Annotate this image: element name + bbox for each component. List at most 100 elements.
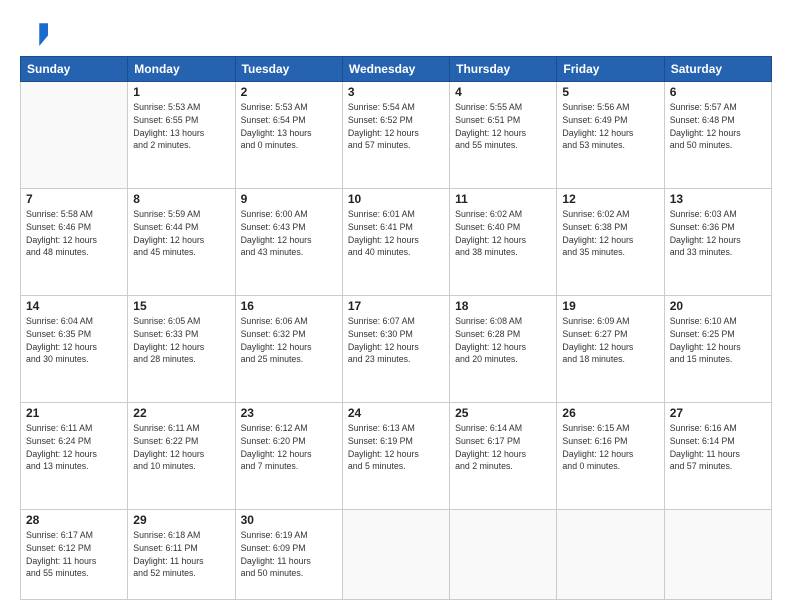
day-number: 12 xyxy=(562,192,658,206)
calendar-cell: 25Sunrise: 6:14 AM Sunset: 6:17 PM Dayli… xyxy=(450,403,557,510)
day-info: Sunrise: 5:56 AM Sunset: 6:49 PM Dayligh… xyxy=(562,101,658,152)
day-info: Sunrise: 5:53 AM Sunset: 6:55 PM Dayligh… xyxy=(133,101,229,152)
day-number: 4 xyxy=(455,85,551,99)
day-info: Sunrise: 6:06 AM Sunset: 6:32 PM Dayligh… xyxy=(241,315,337,366)
calendar-cell: 14 Sunrise: 6:04 AM Sunset: 6:35 PM Dayli… xyxy=(21,296,128,403)
day-number: 17 xyxy=(348,299,444,313)
day-number: 16 xyxy=(241,299,337,313)
day-number: 18 xyxy=(455,299,551,313)
calendar-cell: 24 Sunrise: 6:13 AM Sunset: 6:19 PM Dayli… xyxy=(342,403,449,510)
calendar-cell xyxy=(664,510,771,600)
calendar-week-1: 7 Sunrise: 5:58 AM Sunset: 6:46 PM Daylig… xyxy=(21,189,772,296)
calendar-cell: 29 Sunrise: 6:18 AM Sunset: 6:11 PM Dayli… xyxy=(128,510,235,600)
calendar-cell: 16 Sunrise: 6:06 AM Sunset: 6:32 PM Dayli… xyxy=(235,296,342,403)
day-info: Sunrise: 5:57 AM Sunset: 6:48 PM Dayligh… xyxy=(670,101,766,152)
day-info: Sunrise: 6:14 AM Sunset: 6:17 PM Dayligh… xyxy=(455,422,551,473)
day-info: Sunrise: 6:10 AM Sunset: 6:25 PM Dayligh… xyxy=(670,315,766,366)
day-number: 26 xyxy=(562,406,658,420)
day-info: Sunrise: 6:02 AM Sunset: 6:38 PM Dayligh… xyxy=(562,208,658,259)
day-info: Sunrise: 6:16 AM Sunset: 6:14 PM Dayligh… xyxy=(670,422,766,473)
day-info: Sunrise: 6:15 AM Sunset: 6:16 PM Dayligh… xyxy=(562,422,658,473)
day-info: Sunrise: 6:04 AM Sunset: 6:35 PM Dayligh… xyxy=(26,315,122,366)
calendar-week-3: 21 Sunrise: 6:11 AM Sunset: 6:24 PM Dayli… xyxy=(21,403,772,510)
calendar-cell: 7 Sunrise: 5:58 AM Sunset: 6:46 PM Daylig… xyxy=(21,189,128,296)
day-number: 23 xyxy=(241,406,337,420)
calendar-cell: 9 Sunrise: 6:00 AM Sunset: 6:43 PM Daylig… xyxy=(235,189,342,296)
day-number: 15 xyxy=(133,299,229,313)
day-number: 7 xyxy=(26,192,122,206)
calendar-cell: 26 Sunrise: 6:15 AM Sunset: 6:16 PM Dayli… xyxy=(557,403,664,510)
calendar-cell: 22Sunrise: 6:11 AM Sunset: 6:22 PM Dayli… xyxy=(128,403,235,510)
day-info: Sunrise: 6:19 AM Sunset: 6:09 PM Dayligh… xyxy=(241,529,337,580)
col-header-monday: Monday xyxy=(128,57,235,82)
day-number: 11 xyxy=(455,192,551,206)
day-info: Sunrise: 6:01 AM Sunset: 6:41 PM Dayligh… xyxy=(348,208,444,259)
col-header-friday: Friday xyxy=(557,57,664,82)
col-header-saturday: Saturday xyxy=(664,57,771,82)
day-number: 22 xyxy=(133,406,229,420)
day-info: Sunrise: 6:09 AM Sunset: 6:27 PM Dayligh… xyxy=(562,315,658,366)
day-number: 24 xyxy=(348,406,444,420)
day-info: Sunrise: 6:12 AM Sunset: 6:20 PM Dayligh… xyxy=(241,422,337,473)
calendar-cell xyxy=(450,510,557,600)
calendar-cell: 11 Sunrise: 6:02 AM Sunset: 6:40 PM Dayli… xyxy=(450,189,557,296)
calendar-cell: 3Sunrise: 5:54 AM Sunset: 6:52 PM Daylig… xyxy=(342,82,449,189)
calendar-cell: 1 Sunrise: 5:53 AM Sunset: 6:55 PM Daylig… xyxy=(128,82,235,189)
calendar-cell: 6 Sunrise: 5:57 AM Sunset: 6:48 PM Daylig… xyxy=(664,82,771,189)
col-header-tuesday: Tuesday xyxy=(235,57,342,82)
day-info: Sunrise: 6:03 AM Sunset: 6:36 PM Dayligh… xyxy=(670,208,766,259)
day-info: Sunrise: 6:05 AM Sunset: 6:33 PM Dayligh… xyxy=(133,315,229,366)
day-info: Sunrise: 6:11 AM Sunset: 6:24 PM Dayligh… xyxy=(26,422,122,473)
day-info: Sunrise: 6:08 AM Sunset: 6:28 PM Dayligh… xyxy=(455,315,551,366)
calendar-cell xyxy=(557,510,664,600)
calendar-cell: 17Sunrise: 6:07 AM Sunset: 6:30 PM Dayli… xyxy=(342,296,449,403)
calendar-cell xyxy=(342,510,449,600)
day-number: 9 xyxy=(241,192,337,206)
header xyxy=(20,18,772,46)
day-info: Sunrise: 5:58 AM Sunset: 6:46 PM Dayligh… xyxy=(26,208,122,259)
calendar-cell: 12 Sunrise: 6:02 AM Sunset: 6:38 PM Dayli… xyxy=(557,189,664,296)
col-header-wednesday: Wednesday xyxy=(342,57,449,82)
calendar-cell: 28 Sunrise: 6:17 AM Sunset: 6:12 PM Dayli… xyxy=(21,510,128,600)
calendar-cell: 27 Sunrise: 6:16 AM Sunset: 6:14 PM Dayli… xyxy=(664,403,771,510)
day-number: 21 xyxy=(26,406,122,420)
day-info: Sunrise: 6:18 AM Sunset: 6:11 PM Dayligh… xyxy=(133,529,229,580)
day-number: 20 xyxy=(670,299,766,313)
day-number: 14 xyxy=(26,299,122,313)
calendar-cell: 10 Sunrise: 6:01 AM Sunset: 6:41 PM Dayli… xyxy=(342,189,449,296)
calendar-cell: 15 Sunrise: 6:05 AM Sunset: 6:33 PM Dayli… xyxy=(128,296,235,403)
day-number: 30 xyxy=(241,513,337,527)
calendar-cell: 21 Sunrise: 6:11 AM Sunset: 6:24 PM Dayli… xyxy=(21,403,128,510)
logo xyxy=(20,18,52,46)
day-info: Sunrise: 6:17 AM Sunset: 6:12 PM Dayligh… xyxy=(26,529,122,580)
calendar-table: SundayMondayTuesdayWednesdayThursdayFrid… xyxy=(20,56,772,600)
day-number: 10 xyxy=(348,192,444,206)
col-header-thursday: Thursday xyxy=(450,57,557,82)
calendar-week-2: 14 Sunrise: 6:04 AM Sunset: 6:35 PM Dayli… xyxy=(21,296,772,403)
day-number: 19 xyxy=(562,299,658,313)
day-info: Sunrise: 6:02 AM Sunset: 6:40 PM Dayligh… xyxy=(455,208,551,259)
logo-icon xyxy=(20,18,48,46)
calendar-cell: 18 Sunrise: 6:08 AM Sunset: 6:28 PM Dayli… xyxy=(450,296,557,403)
day-number: 6 xyxy=(670,85,766,99)
calendar-cell: 5Sunrise: 5:56 AM Sunset: 6:49 PM Daylig… xyxy=(557,82,664,189)
calendar-cell: 2 Sunrise: 5:53 AM Sunset: 6:54 PM Daylig… xyxy=(235,82,342,189)
calendar-week-4: 28 Sunrise: 6:17 AM Sunset: 6:12 PM Dayli… xyxy=(21,510,772,600)
day-number: 13 xyxy=(670,192,766,206)
calendar-cell: 13 Sunrise: 6:03 AM Sunset: 6:36 PM Dayli… xyxy=(664,189,771,296)
calendar-cell: 23 Sunrise: 6:12 AM Sunset: 6:20 PM Dayli… xyxy=(235,403,342,510)
calendar-cell: 19 Sunrise: 6:09 AM Sunset: 6:27 PM Dayli… xyxy=(557,296,664,403)
calendar-cell: 4 Sunrise: 5:55 AM Sunset: 6:51 PM Daylig… xyxy=(450,82,557,189)
day-number: 8 xyxy=(133,192,229,206)
day-info: Sunrise: 6:00 AM Sunset: 6:43 PM Dayligh… xyxy=(241,208,337,259)
day-info: Sunrise: 5:54 AM Sunset: 6:52 PM Dayligh… xyxy=(348,101,444,152)
day-number: 28 xyxy=(26,513,122,527)
day-number: 27 xyxy=(670,406,766,420)
calendar-cell: 8Sunrise: 5:59 AM Sunset: 6:44 PM Daylig… xyxy=(128,189,235,296)
day-number: 1 xyxy=(133,85,229,99)
day-number: 29 xyxy=(133,513,229,527)
day-info: Sunrise: 5:55 AM Sunset: 6:51 PM Dayligh… xyxy=(455,101,551,152)
day-info: Sunrise: 5:53 AM Sunset: 6:54 PM Dayligh… xyxy=(241,101,337,152)
day-number: 2 xyxy=(241,85,337,99)
day-info: Sunrise: 6:13 AM Sunset: 6:19 PM Dayligh… xyxy=(348,422,444,473)
